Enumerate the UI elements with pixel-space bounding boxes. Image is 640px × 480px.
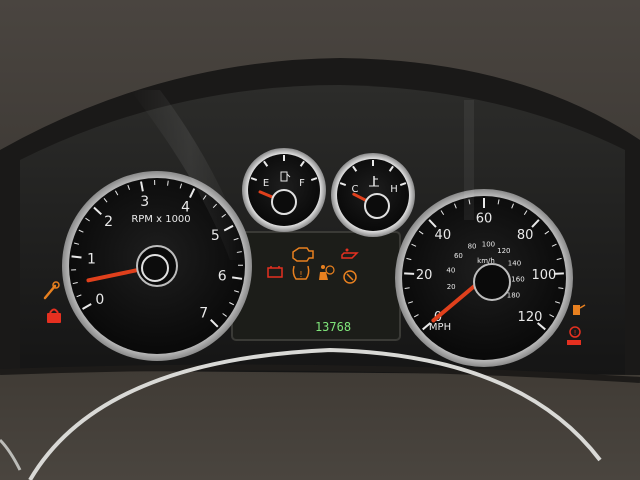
temp-hot-label: H [390, 184, 398, 195]
tachometer-cap [141, 254, 169, 282]
speedometer-mph-label: 60 [476, 212, 493, 227]
speedometer-kmh-label: 180 [507, 291, 520, 299]
speedometer-kmh-label: 140 [508, 259, 521, 267]
speedometer-minor-tick [404, 287, 410, 289]
tachometer-tick-label: 3 [140, 194, 149, 210]
svg-text:!: ! [299, 270, 302, 279]
speedometer-mph-label: 20 [416, 268, 433, 283]
speedometer-kmh-label: 120 [497, 247, 510, 255]
lower-dashboard [0, 370, 640, 480]
temperature-gauge: C H [331, 153, 415, 237]
cluster-svg: 01234567 RPM x 1000 020406080100120 2040… [0, 0, 640, 480]
speedometer-hub [473, 263, 511, 301]
speedometer-kmh-label: 20 [447, 283, 456, 291]
fuel-empty-label: E [263, 178, 269, 189]
speedometer-kmh-label: 40 [446, 267, 455, 275]
speedometer-unit-label: MPH [429, 322, 451, 333]
tachometer-tick-label: 6 [218, 269, 227, 285]
tachometer-tick-label: 2 [104, 214, 113, 230]
speedometer-kmh-label: 60 [454, 252, 463, 260]
fuel-full-label: F [299, 178, 305, 189]
tachometer-minor-tick [167, 180, 169, 186]
speedometer-kmh-label: 100 [482, 241, 495, 249]
tachometer-tick-label: 7 [199, 306, 208, 322]
odometer-readout: 13768 [315, 320, 351, 334]
svg-text:!: ! [574, 329, 577, 337]
fuel-gauge-hub [271, 189, 297, 215]
glass-reflection [464, 100, 474, 220]
speedometer-kmh-label: 80 [468, 243, 477, 251]
temp-gauge-hub [364, 193, 390, 219]
speedometer-mph-label: 80 [517, 228, 534, 243]
speedometer-mph-label: 40 [435, 228, 452, 243]
speedometer-kmh-label: 160 [511, 276, 524, 284]
tachometer-major-tick [71, 255, 82, 259]
tachometer-tick-label: 0 [95, 292, 104, 308]
tachometer-unit-label: RPM x 1000 [131, 214, 190, 225]
speedometer-minor-tick [558, 287, 564, 289]
speedometer-mph-label: 100 [531, 268, 556, 283]
speedometer: 020406080100120 20406080100120140160180 … [395, 189, 573, 367]
speedometer-mph-label: 120 [518, 310, 543, 325]
speedometer-major-tick [404, 272, 415, 275]
instrument-cluster-photo: 01234567 RPM x 1000 020406080100120 2040… [0, 0, 640, 480]
fuel-gauge: E F [242, 148, 326, 232]
tachometer-tick-label: 1 [87, 252, 96, 268]
